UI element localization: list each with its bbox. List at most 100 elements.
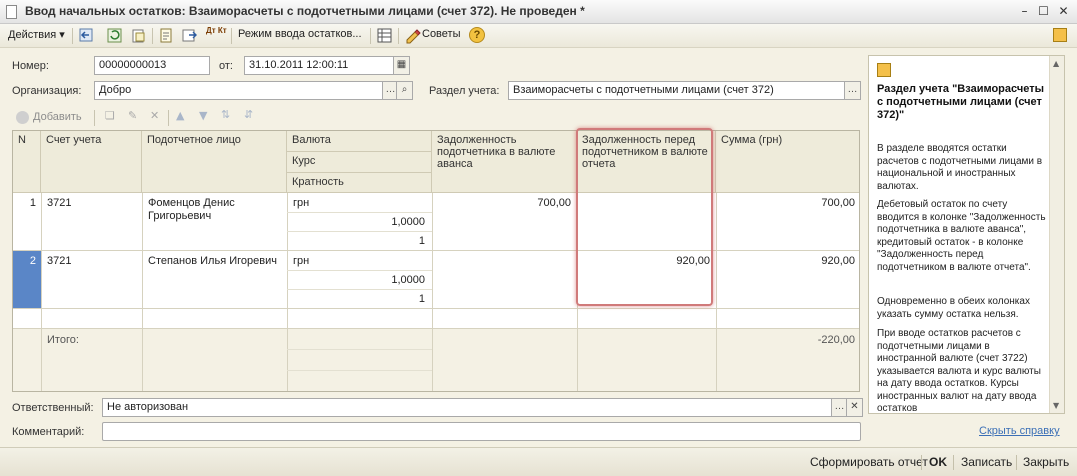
col-header-sum[interactable]: Сумма (грн) — [716, 131, 859, 193]
info-icon[interactable] — [1053, 28, 1067, 42]
row-sum[interactable]: 920,00 — [717, 252, 859, 270]
balances-table: N Счет учета Подотчетное лицо Валюта Кур… — [12, 130, 860, 392]
scroll-up-icon[interactable]: ▲ — [1053, 59, 1059, 68]
sort-descending-icon[interactable]: ⇵ — [244, 108, 253, 121]
actions-menu[interactable]: Действия ▾ — [8, 28, 65, 41]
grid-line — [13, 328, 859, 329]
row-account[interactable]: 3721 — [42, 194, 76, 212]
row-rate[interactable]: 1,0000 — [288, 271, 430, 289]
row-person[interactable]: Фоменцов Денис Григорьевич — [143, 194, 286, 226]
post-document-icon[interactable] — [158, 27, 175, 44]
grid-line — [142, 328, 143, 391]
organization-label: Организация: — [12, 85, 82, 97]
grid-line — [287, 270, 432, 271]
section-field[interactable]: Взаиморасчеты с подотчетными лицами (сче… — [508, 81, 845, 100]
row-multiplicity[interactable]: 1 — [288, 290, 430, 308]
row-rate[interactable]: 1,0000 — [288, 213, 430, 231]
bottom-bar: Сформировать отчет OK Записать Закрыть — [0, 447, 1077, 476]
minimize-icon[interactable]: – — [1016, 3, 1033, 20]
help-question-icon[interactable]: ? — [469, 27, 485, 43]
toolbar-separator — [1016, 455, 1017, 470]
clear-icon[interactable]: ✕ — [846, 398, 863, 417]
sort-ascending-icon[interactable]: ⇅ — [221, 108, 230, 121]
number-field[interactable]: 00000000013 — [94, 56, 210, 75]
ok-button[interactable]: OK — [929, 455, 947, 469]
table-settings-icon[interactable] — [376, 27, 393, 44]
toolbar-separator — [370, 28, 371, 44]
grid-line — [287, 328, 288, 391]
refresh-icon[interactable] — [106, 27, 123, 44]
col-header-rate[interactable]: Курс — [287, 152, 432, 173]
help-scrollbar[interactable]: ▲ ▼ — [1049, 56, 1064, 413]
date-field[interactable]: 31.10.2011 12:00:11 — [244, 56, 394, 75]
calendar-icon[interactable]: ▦ — [393, 56, 410, 75]
delete-row-icon[interactable]: ✕ — [150, 109, 159, 122]
row-debt-advance[interactable]: 700,00 — [433, 194, 576, 212]
copy-row-icon[interactable]: ❏ — [105, 109, 115, 122]
tips-label[interactable]: Советы — [422, 28, 460, 40]
generate-report-button[interactable]: Сформировать отчет — [810, 455, 928, 469]
row-currency[interactable]: грн — [288, 252, 314, 270]
add-button[interactable]: Добавить — [33, 111, 82, 123]
col-header-account[interactable]: Счет учета — [41, 131, 142, 193]
main-toolbar: Действия ▾ Дт Кт Режим ввода остатков...… — [0, 24, 1077, 48]
document-icon — [6, 5, 17, 19]
col-header-multiplicity[interactable]: Кратность — [287, 173, 432, 193]
col-header-currency[interactable]: Валюта — [287, 131, 432, 152]
go-back-icon[interactable] — [78, 27, 95, 44]
row-person[interactable]: Степанов Илья Игоревич — [143, 252, 286, 271]
close-button[interactable]: Закрыть — [1023, 455, 1069, 469]
help-paragraph: При вводе остатков расчетов с подотчетны… — [877, 328, 1041, 414]
grid-line — [287, 349, 432, 350]
col-header-n[interactable]: N — [13, 131, 41, 193]
row-sum[interactable]: 700,00 — [717, 194, 859, 212]
row-debt-advance[interactable] — [433, 252, 576, 258]
window-title: Ввод начальных остатков: Взаиморасчеты с… — [25, 4, 585, 18]
organization-field[interactable]: Добро — [94, 81, 383, 100]
comment-label: Комментарий: — [12, 426, 85, 438]
move-up-icon[interactable]: ▲ — [176, 109, 184, 122]
dt-kt-button[interactable]: Дт Кт — [206, 27, 227, 35]
maximize-icon[interactable]: ☐ — [1035, 3, 1052, 20]
responsible-field[interactable]: Не авторизован — [102, 398, 832, 417]
copy-document-icon[interactable] — [130, 27, 147, 44]
grid-line — [13, 250, 859, 251]
close-icon[interactable]: ✕ — [1055, 3, 1072, 20]
grid-line — [287, 289, 432, 290]
grid-line — [13, 308, 859, 309]
col-header-person[interactable]: Подотчетное лицо — [142, 131, 287, 193]
help-title: Раздел учета "Взаиморасчеты с подотчетны… — [877, 83, 1044, 121]
help-paragraph: Одновременно в обеих колонках указать су… — [877, 296, 1030, 320]
select-ellipsis-icon[interactable]: … — [844, 81, 861, 100]
help-paragraph: В разделе вводятся остатки расчетов с по… — [877, 143, 1043, 192]
toolbar-separator — [168, 110, 169, 126]
grid-line — [287, 370, 432, 371]
section-label: Раздел учета: — [429, 85, 500, 97]
row-account[interactable]: 3721 — [42, 252, 76, 270]
row-number: 1 — [29, 197, 36, 209]
save-button[interactable]: Записать — [961, 455, 1012, 469]
edit-row-icon[interactable]: ✎ — [128, 109, 137, 122]
highlight-annotation — [576, 128, 713, 306]
number-label: Номер: — [12, 60, 49, 72]
scroll-down-icon[interactable]: ▼ — [1053, 401, 1059, 410]
row-multiplicity[interactable]: 1 — [288, 232, 430, 250]
toolbar-separator — [921, 455, 922, 470]
row-currency[interactable]: грн — [288, 194, 314, 212]
help-panel: Раздел учета "Взаиморасчеты с подотчетны… — [868, 55, 1065, 414]
col-header-debt-advance[interactable]: Задолженность подотчетника в валюте аван… — [432, 131, 577, 193]
actions-label: Действия — [8, 29, 57, 41]
export-icon[interactable] — [181, 27, 198, 44]
grid-line — [287, 212, 432, 213]
help-paragraph: Дебетовый остаток по счету вводится в ко… — [877, 199, 1046, 273]
balance-mode-button[interactable]: Режим ввода остатков... — [238, 28, 362, 40]
toolbar-separator — [231, 28, 232, 44]
responsible-label: Ответственный: — [12, 402, 94, 414]
comment-field[interactable] — [102, 422, 861, 441]
hide-help-link[interactable]: Скрыть справку — [979, 425, 1060, 437]
move-down-icon[interactable]: ▼ — [199, 109, 207, 122]
grid-line — [432, 328, 433, 391]
search-icon[interactable]: ⌕ — [396, 81, 413, 100]
add-icon[interactable] — [16, 111, 29, 124]
tips-icon[interactable] — [404, 27, 421, 44]
